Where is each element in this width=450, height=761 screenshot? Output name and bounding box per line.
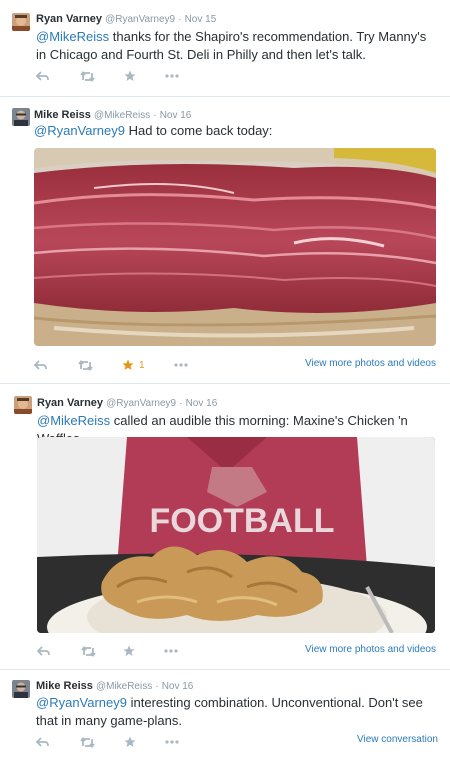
favorite-icon [123, 645, 135, 656]
author-handle[interactable]: @MikeReiss [96, 681, 152, 692]
shirt-text: FOOTBALL [149, 502, 334, 540]
avatar[interactable] [12, 13, 30, 31]
fried-chicken-plate-image: FOOTBALL [37, 437, 435, 633]
tweet: Ryan Varney @RyanVarney9 · Nov 15 @MikeR… [0, 0, 450, 97]
retweet-icon [80, 70, 95, 82]
more-icon [174, 363, 188, 367]
timestamp[interactable]: Nov 15 [185, 14, 217, 25]
tweet-photo[interactable]: FOOTBALL [37, 437, 435, 633]
author-handle[interactable]: @MikeReiss [94, 110, 150, 121]
retweet-button[interactable] [80, 735, 95, 749]
tweet-photo[interactable] [34, 148, 436, 346]
tweet-text: @RyanVarney9 interesting combination. Un… [36, 694, 432, 730]
reply-icon [36, 736, 49, 747]
reply-button[interactable] [34, 358, 47, 372]
mention-link[interactable]: @MikeReiss [37, 413, 110, 428]
tweet-body: Had to come back today: [125, 123, 273, 138]
view-conversation-link[interactable]: View conversation [357, 734, 438, 745]
favorite-button[interactable] [124, 69, 136, 83]
tweet-header: Mike Reiss @MikeReiss · Nov 16 [34, 109, 191, 121]
tweet-header: Ryan Varney @RyanVarney9 · Nov 16 [37, 397, 217, 409]
favorite-button[interactable] [124, 735, 136, 749]
avatar[interactable] [12, 108, 30, 126]
favorite-button[interactable]: 1 [122, 358, 145, 372]
retweet-button[interactable] [81, 644, 96, 658]
more-icon [164, 649, 178, 653]
tweet-actions [36, 735, 196, 749]
author-handle[interactable]: @RyanVarney9 [105, 14, 175, 25]
mention-link[interactable]: @RyanVarney9 [34, 123, 125, 138]
avatar[interactable] [12, 680, 30, 698]
favorite-icon [124, 736, 136, 747]
retweet-button[interactable] [78, 358, 93, 372]
author-name[interactable]: Ryan Varney [37, 397, 103, 409]
author-name[interactable]: Ryan Varney [36, 13, 102, 25]
view-more-photos-link[interactable]: View more photos and videos [305, 358, 436, 369]
more-button[interactable] [165, 735, 179, 749]
timestamp[interactable]: Nov 16 [160, 110, 192, 121]
tweet: Ryan Varney @RyanVarney9 · Nov 16 @MikeR… [0, 384, 450, 670]
reply-icon [36, 70, 49, 81]
reply-icon [34, 359, 47, 370]
tweet-actions: 1 [34, 358, 194, 372]
author-handle[interactable]: @RyanVarney9 [106, 398, 176, 409]
more-icon [165, 74, 179, 78]
favorite-count: 1 [139, 359, 145, 371]
avatar[interactable] [14, 396, 32, 414]
more-icon [165, 740, 179, 744]
tweet-actions [37, 644, 197, 658]
tweet-text: @RyanVarney9 Had to come back today: [34, 122, 434, 140]
corned-beef-sandwich-image [34, 148, 436, 346]
timestamp[interactable]: Nov 16 [162, 681, 194, 692]
tweet-header: Mike Reiss @MikeReiss · Nov 16 [36, 680, 193, 692]
more-button[interactable] [165, 69, 179, 83]
mention-link[interactable]: @MikeReiss [36, 29, 109, 44]
retweet-icon [78, 359, 93, 371]
timestamp[interactable]: Nov 16 [186, 398, 218, 409]
retweet-button[interactable] [80, 69, 95, 83]
reply-button[interactable] [37, 644, 50, 658]
favorite-icon [124, 70, 136, 81]
retweet-icon [80, 736, 95, 748]
author-name[interactable]: Mike Reiss [36, 680, 93, 692]
mention-link[interactable]: @RyanVarney9 [36, 695, 127, 710]
tweet: Mike Reiss @MikeReiss · Nov 16 @RyanVarn… [0, 97, 450, 384]
favorite-button[interactable] [123, 644, 135, 658]
reply-button[interactable] [36, 69, 49, 83]
more-button[interactable] [174, 358, 188, 372]
tweet: Mike Reiss @MikeReiss · Nov 16 @RyanVarn… [0, 670, 450, 761]
tweet-text: @MikeReiss thanks for the Shapiro's reco… [36, 28, 436, 64]
reply-icon [37, 645, 50, 656]
separator: · [179, 398, 183, 409]
tweet-header: Ryan Varney @RyanVarney9 · Nov 15 [36, 13, 216, 25]
favorite-icon [122, 359, 134, 370]
separator: · [178, 14, 182, 25]
separator: · [155, 681, 159, 692]
separator: · [153, 110, 157, 121]
tweet-actions [36, 69, 196, 83]
view-more-photos-link[interactable]: View more photos and videos [305, 644, 436, 655]
more-button[interactable] [164, 644, 178, 658]
author-name[interactable]: Mike Reiss [34, 109, 91, 121]
retweet-icon [81, 645, 96, 657]
reply-button[interactable] [36, 735, 49, 749]
